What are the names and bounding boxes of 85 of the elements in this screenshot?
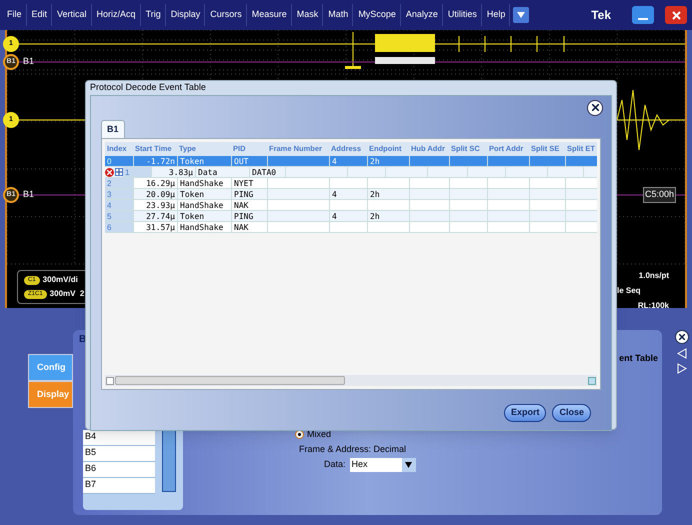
right-arrow-icon[interactable] xyxy=(677,363,687,374)
dropdown-button[interactable] xyxy=(513,7,530,23)
bus-list-item[interactable]: B4 xyxy=(83,430,155,446)
table-cell: NAK xyxy=(231,200,267,210)
close-button[interactable] xyxy=(675,330,689,344)
expand-icon[interactable] xyxy=(115,168,123,176)
table-cell: HandShake xyxy=(177,200,231,210)
scroll-thumb[interactable] xyxy=(162,430,176,492)
table-row[interactable]: 3 20.09µ Token PING 4 2h xyxy=(105,189,597,200)
table-cell: HandShake xyxy=(177,178,231,188)
horizontal-scrollbar[interactable] xyxy=(105,375,597,386)
bus-list-item[interactable]: B5 xyxy=(83,446,155,462)
minimize-button[interactable] xyxy=(632,6,654,24)
table-cell: Data xyxy=(195,167,249,177)
data-dropdown[interactable]: Hex xyxy=(350,458,416,472)
dialog-button[interactable]: Close xyxy=(552,404,591,422)
readout-text: 300mV 2 xyxy=(50,288,84,300)
table-cell: PING xyxy=(231,211,267,221)
readout-text: 300mV/di xyxy=(42,274,78,286)
menu-item[interactable]: Vertical xyxy=(53,4,92,26)
table-cell: 3.83µ xyxy=(151,167,195,177)
close-icon xyxy=(672,10,680,20)
bus-label: B1 xyxy=(23,188,34,201)
menu-item[interactable]: Math xyxy=(324,4,354,26)
menu-item[interactable]: Help xyxy=(482,4,510,26)
menu-item[interactable]: File xyxy=(3,4,27,26)
menu-item[interactable]: Measure xyxy=(248,4,292,26)
radio-label: Mixed xyxy=(307,428,332,441)
format-note: Frame & Address: Decimal xyxy=(299,443,406,456)
table-cell: 4 xyxy=(329,211,367,221)
table-cell: Token xyxy=(177,211,231,221)
menu-item[interactable]: Trig xyxy=(142,4,166,26)
table-cell: HandShake xyxy=(177,222,231,232)
table-cell: 2h xyxy=(367,211,409,221)
panel-title: ent Table xyxy=(619,352,658,365)
left-arrow-icon[interactable] xyxy=(677,348,687,359)
tab[interactable]: B1 xyxy=(101,120,125,138)
bus-list-item[interactable]: B7 xyxy=(83,478,155,494)
table-cell: 2h xyxy=(367,189,409,199)
table-row[interactable]: 1 3.83µ Data DATA0 xyxy=(105,167,597,178)
data-label: Data: xyxy=(324,458,346,472)
table-cell: 31.57µ xyxy=(133,222,177,232)
menu-item[interactable]: Cursors xyxy=(206,4,247,26)
menu-item[interactable]: Utilities xyxy=(444,4,482,26)
table-cell: Token xyxy=(177,156,231,166)
table-row[interactable]: 2 16.29µ HandShake NYET xyxy=(105,178,597,189)
readout-text: 1.0ns/pt xyxy=(638,270,669,282)
table-cell: NAK xyxy=(231,222,267,232)
table-cell: 4 xyxy=(329,156,367,166)
menu-item[interactable]: Horiz/Acq xyxy=(92,4,141,26)
caret-icon xyxy=(405,462,412,468)
brand-logo: Tek xyxy=(591,7,611,24)
close-button[interactable] xyxy=(665,6,687,24)
table-cell: 20.09µ xyxy=(133,189,177,199)
caret-icon xyxy=(517,12,526,18)
menu-item[interactable]: Display xyxy=(166,4,206,26)
bus-label: B1 xyxy=(23,55,34,68)
table-cell: NYET xyxy=(231,178,267,188)
menu-item[interactable]: Analyze xyxy=(402,4,443,26)
table-cell: -1.72n xyxy=(133,156,177,166)
table-cell: 23.93µ xyxy=(133,200,177,210)
table-cell: 27.74µ xyxy=(133,211,177,221)
table-cell: Token xyxy=(177,189,231,199)
table-cell: 16.29µ xyxy=(133,178,177,188)
readout-text: RL:100k xyxy=(638,300,669,312)
table-cell: 2h xyxy=(367,156,409,166)
menu-item[interactable]: Edit xyxy=(28,4,52,26)
dialog-button[interactable]: Export xyxy=(504,404,546,422)
table-cell: 4 xyxy=(329,189,367,199)
table-row[interactable]: 5 27.74µ Token PING 4 2h xyxy=(105,211,597,222)
close-icon xyxy=(592,104,598,111)
dialog-title: Protocol Decode Event Table xyxy=(89,81,207,94)
table-row[interactable]: 0 -1.72n Token OUT 4 2h xyxy=(105,156,597,167)
close-icon xyxy=(679,334,685,340)
table-row[interactable]: 6 31.57µ HandShake NAK xyxy=(105,222,597,233)
menu-item[interactable]: MyScope xyxy=(354,4,401,26)
close-button[interactable] xyxy=(587,100,603,116)
bus-list-item[interactable]: B6 xyxy=(83,462,155,478)
table-cell: DATA0 xyxy=(249,167,285,177)
readout-text: le Seq xyxy=(617,285,641,297)
table-row[interactable]: 4 23.93µ HandShake NAK xyxy=(105,200,597,211)
bus-value: C5:00h xyxy=(643,187,676,202)
menu-item[interactable]: Mask xyxy=(292,4,324,26)
table-cell: OUT xyxy=(231,156,267,166)
table-cell: PING xyxy=(231,189,267,199)
